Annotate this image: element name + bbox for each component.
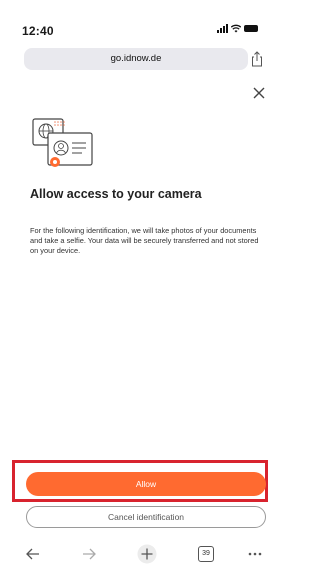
system-icons xyxy=(217,24,258,33)
wifi-icon xyxy=(231,24,241,33)
browser-toolbar: 39 xyxy=(12,540,268,568)
close-icon[interactable] xyxy=(252,86,266,100)
more-button[interactable] xyxy=(244,544,266,564)
tab-count: 39 xyxy=(198,546,214,562)
plus-icon xyxy=(137,544,157,564)
allow-button[interactable]: Allow xyxy=(26,472,266,496)
forward-button[interactable] xyxy=(78,544,100,564)
back-arrow-icon xyxy=(26,548,39,560)
back-button[interactable] xyxy=(22,544,44,564)
more-icon xyxy=(248,552,262,556)
clock: 12:40 xyxy=(22,24,54,38)
signal-icon xyxy=(217,24,228,33)
address-bar[interactable]: go.idnow.de xyxy=(24,48,262,70)
tabs-button[interactable]: 39 xyxy=(195,544,217,564)
camera-document-illustration-icon xyxy=(32,118,93,167)
share-icon[interactable] xyxy=(250,51,264,67)
page-title: Allow access to your camera xyxy=(30,187,202,201)
new-tab-button[interactable] xyxy=(136,544,158,564)
status-bar: 12:40 xyxy=(12,18,258,38)
url-text: go.idnow.de xyxy=(110,53,162,64)
cancel-identification-button[interactable]: Cancel identification xyxy=(26,506,266,528)
battery-icon xyxy=(244,25,258,32)
description-text: For the following identification, we wil… xyxy=(30,226,259,255)
forward-arrow-icon xyxy=(83,548,96,560)
